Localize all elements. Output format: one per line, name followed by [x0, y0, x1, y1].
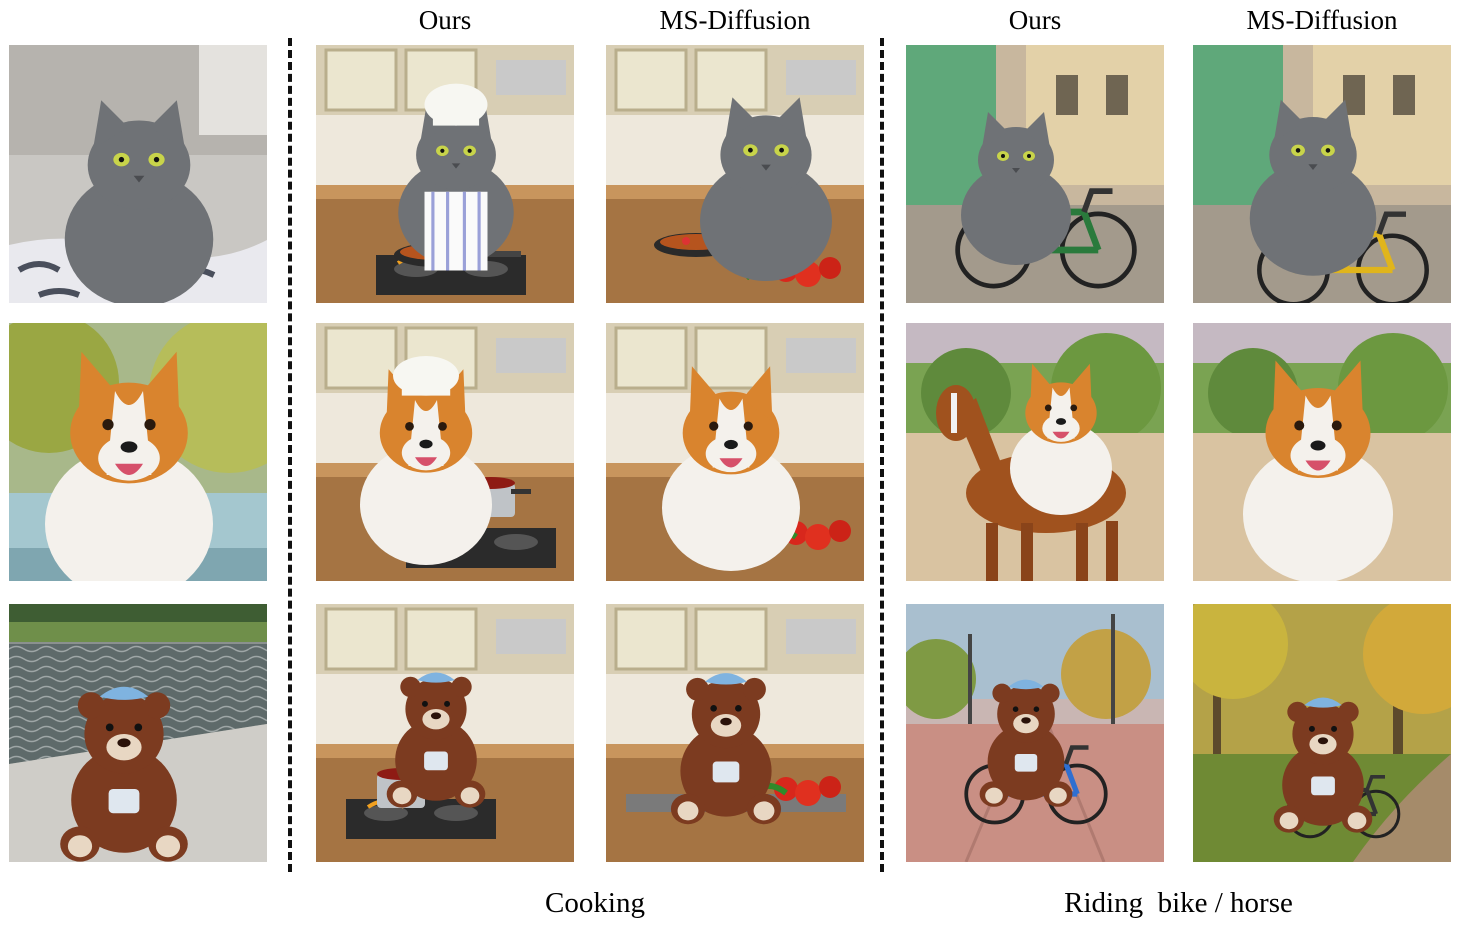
- cat-chef-cooking-icon: [316, 45, 574, 303]
- divider-groups: [880, 38, 884, 872]
- teddy-bear-photo-icon: [9, 604, 267, 862]
- teddy-bear-cooking-icon: [606, 604, 864, 862]
- dog-photo-icon: [9, 323, 267, 581]
- divider-reference: [288, 38, 292, 872]
- header-ours-riding: Ours: [1008, 5, 1062, 35]
- cat-riding-bike-icon: [1193, 45, 1451, 303]
- group-label-riding: Riding bike / horse: [1064, 887, 1293, 919]
- dog-riding-horse-icon: [906, 323, 1164, 581]
- cat-photo-icon: [9, 45, 267, 303]
- dog-chef-cooking-icon: [316, 323, 574, 581]
- group-label-cooking: Cooking: [545, 887, 645, 919]
- teddy-bear-riding-bike-icon: [1193, 604, 1451, 862]
- header-ours-cooking: Ours: [418, 5, 472, 35]
- header-ms-diffusion-cooking: MS-Diffusion: [659, 5, 811, 35]
- cat-cooking-icon: [606, 45, 864, 303]
- header-ms-diffusion-riding: MS-Diffusion: [1246, 5, 1398, 35]
- teddy-bear-cooking-icon: [316, 604, 574, 862]
- teddy-bear-riding-bike-icon: [906, 604, 1164, 862]
- dog-running-icon: [1193, 323, 1451, 581]
- dog-cooking-icon: [606, 323, 864, 581]
- cat-riding-bike-icon: [906, 45, 1164, 303]
